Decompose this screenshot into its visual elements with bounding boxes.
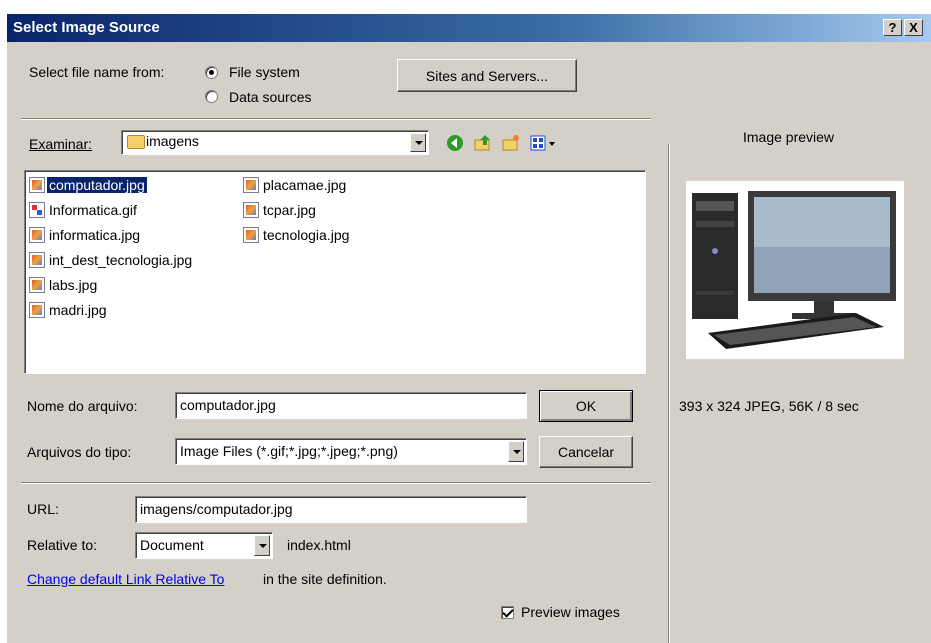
filetype-dropdown-arrow[interactable]	[508, 441, 524, 462]
dialog-title: Select Image Source	[13, 19, 160, 36]
file-name: tcpar.jpg	[263, 202, 316, 218]
source-label: Select file name from:	[29, 64, 165, 80]
look-in-combo[interactable]: imagens	[121, 130, 429, 155]
preview-separator	[668, 144, 670, 643]
file-name: int_dest_tecnologia.jpg	[49, 252, 193, 268]
folder-icon	[127, 135, 145, 149]
preview-title: Image preview	[743, 129, 835, 145]
jpg-file-icon	[29, 252, 45, 268]
file-name: informatica.jpg	[49, 227, 141, 243]
title-bar[interactable]: Select Image Source ? X	[7, 14, 931, 42]
look-in-label: Examinar:	[29, 136, 93, 152]
file-list[interactable]: computador.jpg Informatica.gif informati…	[24, 170, 646, 374]
back-icon[interactable]	[445, 133, 465, 153]
relative-to-value: Document	[140, 537, 204, 553]
file-item[interactable]: labs.jpg	[29, 275, 99, 295]
file-item[interactable]: madri.jpg	[29, 300, 109, 320]
link-suffix-text: in the site definition.	[263, 571, 387, 587]
file-name: Informatica.gif	[49, 202, 137, 218]
sites-and-servers-button[interactable]: Sites and Servers...	[397, 59, 577, 92]
file-item[interactable]: Informatica.gif	[29, 200, 139, 220]
file-name: tecnologia.jpg	[263, 227, 350, 243]
jpg-file-icon	[29, 177, 45, 193]
preview-image	[686, 181, 904, 359]
filename-label: Nome do arquivo:	[27, 398, 138, 414]
look-in-dropdown-arrow[interactable]	[410, 133, 426, 152]
ok-button[interactable]: OK	[539, 390, 633, 422]
jpg-file-icon	[243, 227, 259, 243]
filetype-combo[interactable]: Image Files (*.gif;*.jpg;*.jpeg;*.png)	[175, 438, 527, 465]
file-name: labs.jpg	[49, 277, 98, 293]
jpg-file-icon	[29, 277, 45, 293]
jpg-file-icon	[243, 177, 259, 193]
filename-input[interactable]: computador.jpg	[175, 392, 527, 419]
filetype-value: Image Files (*.gif;*.jpg;*.jpeg;*.png)	[180, 443, 398, 459]
close-button[interactable]: X	[904, 19, 923, 36]
file-name: placamae.jpg	[263, 177, 347, 193]
data-sources-radio[interactable]	[205, 90, 218, 103]
url-input[interactable]: imagens/computador.jpg	[135, 496, 527, 523]
preview-images-label[interactable]: Preview images	[521, 604, 620, 620]
file-name: computador.jpg	[47, 177, 147, 193]
data-sources-label[interactable]: Data sources	[229, 89, 311, 105]
file-system-radio[interactable]	[205, 66, 218, 79]
file-item[interactable]: tecnologia.jpg	[243, 225, 351, 245]
file-item[interactable]: int_dest_tecnologia.jpg	[29, 250, 194, 270]
view-menu-icon[interactable]	[529, 133, 559, 153]
separator	[21, 482, 651, 484]
new-folder-icon[interactable]	[501, 133, 521, 153]
relative-to-combo[interactable]: Document	[135, 532, 273, 559]
look-in-value: imagens	[146, 133, 199, 149]
jpg-file-icon	[243, 202, 259, 218]
relative-to-dropdown-arrow[interactable]	[254, 535, 270, 556]
relative-page-name: index.html	[287, 537, 351, 553]
file-item[interactable]: computador.jpg	[29, 175, 147, 195]
file-item[interactable]: tcpar.jpg	[243, 200, 318, 220]
file-name: madri.jpg	[49, 302, 107, 318]
file-item[interactable]: placamae.jpg	[243, 175, 348, 195]
url-label: URL:	[27, 501, 59, 517]
select-image-source-dialog: Select Image Source ? X Select file name…	[6, 14, 931, 643]
up-folder-icon[interactable]	[473, 133, 493, 153]
preview-info: 393 x 324 JPEG, 56K / 8 sec	[679, 398, 859, 414]
file-system-label[interactable]: File system	[229, 64, 300, 80]
preview-images-checkbox[interactable]	[501, 606, 514, 619]
separator	[21, 118, 651, 120]
help-button[interactable]: ?	[883, 19, 902, 36]
file-item[interactable]: informatica.jpg	[29, 225, 142, 245]
jpg-file-icon	[29, 227, 45, 243]
gif-file-icon	[29, 202, 45, 218]
computer-preview-image	[692, 191, 896, 349]
filetype-label: Arquivos do tipo:	[27, 444, 132, 460]
cancel-button[interactable]: Cancelar	[539, 436, 633, 468]
jpg-file-icon	[29, 302, 45, 318]
relative-to-label: Relative to:	[27, 537, 98, 553]
change-relative-link[interactable]: Change default Link Relative To	[27, 571, 224, 587]
